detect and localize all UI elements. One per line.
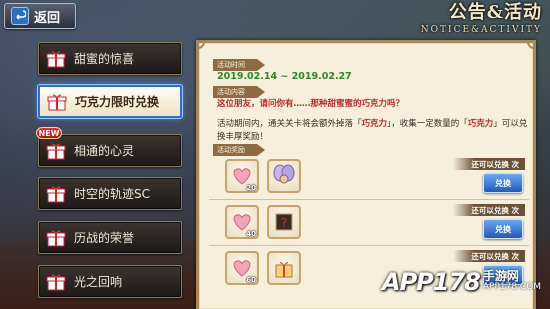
exchange-button[interactable]: 兑换 (483, 219, 523, 239)
back-label: 返回 (34, 10, 61, 26)
menu-item-connected-hearts[interactable]: NEW 相通的心灵 (36, 127, 182, 167)
watermark-text-stack: 手游网 APP178.COM (482, 269, 542, 293)
chocolate-item-icon: 20 (225, 159, 259, 193)
menu-item-battle-honor[interactable]: 历战的荣誉 (38, 221, 182, 254)
watermark-domain: 手游网 (482, 269, 519, 283)
menu-item-label: 甜蜜的惊喜 (74, 52, 135, 66)
scroll-item-icon: ? (267, 205, 301, 239)
site-watermark: APP178 手游网 APP178.COM (382, 258, 546, 306)
menu-item-light-echo[interactable]: 光之回响 (38, 265, 182, 298)
desc-highlight: 巧克力 (467, 119, 494, 129)
watermark-brand: APP178 (382, 268, 481, 296)
reward-row: 40 ? 还可以兑换 次 兑换 (213, 203, 531, 243)
page-title-block: 公告&活动 NOTICE&ACTIVITY (392, 2, 542, 40)
row-divider (209, 245, 529, 246)
desc-text: 活动期间内，通关关卡将会额外掉落「 (217, 119, 362, 129)
gift-box-item-icon (267, 251, 301, 285)
time-section-label: 活动时间 (213, 59, 265, 71)
menu-item-sweet-surprise[interactable]: 甜蜜的惊喜 (38, 42, 182, 75)
gift-icon (46, 186, 66, 202)
menu-item-label: 时空的轨迹SC (74, 187, 150, 201)
gift-icon (46, 51, 66, 67)
panel-corner-ornament (527, 43, 533, 49)
desc-text: 」，收集一定数量的「 (387, 119, 468, 129)
desc-highlight: 巧克力 (361, 119, 388, 129)
activity-description: 活动期间内，通关关卡将会额外掉落「巧克力」，收集一定数量的「巧克力」可以兑换丰厚… (217, 118, 529, 144)
gift-icon (47, 94, 67, 110)
fairy-item-icon (267, 159, 301, 193)
item-cost-count: 20 (246, 184, 256, 192)
exchange-remaining-label: 还可以兑换 次 (453, 158, 525, 170)
chocolate-item-icon: 40 (225, 205, 259, 239)
item-cost-count: 60 (246, 276, 256, 284)
gift-icon (46, 143, 66, 159)
gift-icon (46, 230, 66, 246)
menu-item-label: 相通的心灵 (74, 144, 135, 158)
new-badge: NEW (36, 127, 62, 139)
chocolate-item-icon: 60 (225, 251, 259, 285)
svg-text:?: ? (281, 216, 287, 230)
exchange-button[interactable]: 兑换 (483, 173, 523, 193)
watermark-url: APP178.COM (482, 282, 542, 292)
item-cost-count: 40 (246, 230, 256, 238)
menu-item-label: 巧克力限时兑换 (75, 95, 160, 109)
reward-row: 20 还可以兑换 次 兑换 (213, 157, 531, 197)
gift-icon (46, 274, 66, 290)
activity-date-range: 2019.02.14 ~ 2019.02.27 (217, 71, 352, 82)
activity-question: 这位朋友，请问你有……那种甜蜜蜜的巧克力吗？ (217, 99, 405, 109)
page-title: 公告&活动 (448, 2, 542, 23)
menu-item-label: 历战的荣誉 (74, 231, 135, 245)
menu-item-chocolate-exchange[interactable]: 巧克力限时兑换 (38, 85, 182, 118)
back-arrow-icon (11, 7, 29, 25)
exchange-remaining-label: 还可以兑换 次 (453, 204, 525, 216)
page-subtitle: NOTICE&ACTIVITY (420, 25, 542, 35)
menu-item-label: 光之回响 (74, 275, 123, 289)
panel-corner-ornament (199, 43, 205, 49)
reward-section-label: 活动奖励 (213, 144, 265, 156)
row-divider (209, 199, 529, 200)
back-button[interactable]: 返回 (4, 3, 76, 29)
menu-item-spacetime-trail[interactable]: 时空的轨迹SC (38, 177, 182, 210)
